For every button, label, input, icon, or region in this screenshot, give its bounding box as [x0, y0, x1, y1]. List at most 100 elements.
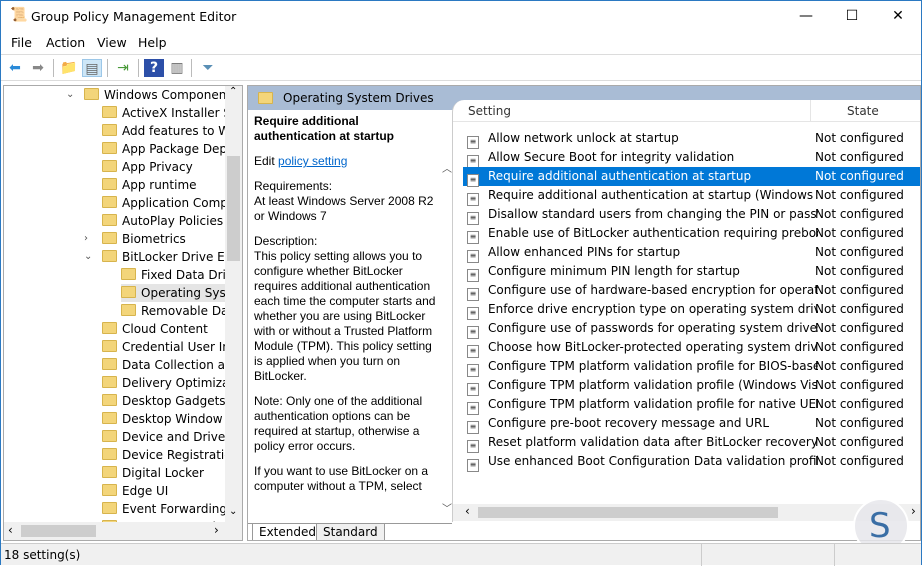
setting-state: Not configured [815, 131, 904, 145]
setting-name: Configure TPM platform validation profil… [488, 359, 818, 373]
tree-item[interactable]: Data Collection and [102, 356, 240, 374]
tree-item-windows-components[interactable]: Windows Components [104, 88, 237, 102]
table-row[interactable]: ≡ Reset platform validation data after Bi… [463, 433, 920, 453]
table-row[interactable]: ≡ Configure use of hardware-based encrypt… [463, 281, 920, 301]
menu-help[interactable]: Help [138, 35, 167, 50]
folder-icon [258, 92, 273, 104]
table-row[interactable]: ≡ Disallow standard users from changing t… [463, 205, 920, 225]
tree-item[interactable]: Removable Data [121, 302, 240, 320]
folder-icon [102, 394, 117, 406]
folder-icon [102, 124, 117, 136]
scroll-right-icon[interactable]: › [214, 523, 219, 537]
close-button[interactable]: ✕ [875, 1, 921, 31]
edit-label: Edit [254, 154, 279, 168]
maximize-button[interactable]: ☐ [829, 1, 875, 31]
table-row[interactable]: ≡ Configure use of passwords for operatin… [463, 319, 920, 339]
tree-item[interactable]: ⌄ BitLocker Drive Enc [84, 248, 239, 266]
table-row[interactable]: ≡ Configure TPM platform validation profi… [463, 376, 920, 396]
show-action-pane-icon[interactable]: ▥ [167, 59, 187, 77]
tree-item-label: Operating Syste [141, 286, 238, 300]
column-setting[interactable]: Setting [468, 104, 511, 118]
tree-item[interactable]: Desktop Gadgets [102, 392, 226, 410]
tree-hscroll-thumb[interactable] [21, 525, 96, 537]
scroll-up-icon[interactable]: ︿ [442, 160, 452, 175]
tree-item[interactable]: App Package Deplo [102, 140, 238, 158]
scroll-left-icon[interactable]: ‹ [8, 523, 13, 537]
minimize-button[interactable]: — [783, 1, 829, 31]
scroll-right-icon[interactable]: › [911, 504, 916, 518]
tree-item[interactable]: Edge UI [102, 482, 168, 500]
table-row[interactable]: ≡ Configure pre-boot recovery message and… [463, 414, 920, 434]
tree-horizontal-scrollbar[interactable]: ‹ › [4, 522, 242, 540]
tree-scroll-thumb[interactable] [227, 156, 240, 261]
table-row[interactable]: ≡ Enforce drive encryption type on operat… [463, 300, 920, 320]
tree-item[interactable]: Cloud Content [102, 320, 208, 338]
tree-item-label: Edge UI [122, 484, 169, 498]
tree-item[interactable]: Digital Locker [102, 464, 204, 482]
tree-item[interactable]: Fixed Data Drive [121, 266, 240, 284]
collapse-icon[interactable]: ⌄ [84, 248, 92, 266]
help-icon[interactable]: ? [144, 59, 164, 77]
app-icon: 📜 [10, 7, 28, 23]
column-state[interactable]: State [847, 104, 879, 118]
table-row[interactable]: ≡ Require additional authentication at st… [463, 167, 920, 187]
description-scrollbar[interactable]: ︿ ﹀ [442, 160, 452, 520]
table-row[interactable]: ≡ Configure TPM platform validation profi… [463, 395, 920, 415]
setting-name: Reset platform validation data after Bit… [488, 435, 818, 449]
scroll-down-icon[interactable]: ⌄ [229, 506, 237, 517]
tree-item[interactable]: Operating Syste [121, 284, 238, 302]
tab-extended[interactable]: Extended [252, 524, 323, 540]
tree-item[interactable]: Add features to Wir [102, 122, 238, 140]
tree-vertical-scrollbar[interactable]: ⌃ ⌄ [225, 86, 242, 522]
tree-item[interactable]: AutoPlay Policies [102, 212, 223, 230]
scroll-left-icon[interactable]: ‹ [465, 504, 470, 518]
folder-icon [102, 466, 117, 478]
tree-item[interactable]: ActiveX Installer Ser [102, 104, 242, 122]
collapse-icon[interactable]: ⌄ [66, 86, 74, 104]
tree-item[interactable]: Credential User Inte [102, 338, 242, 356]
tree-item[interactable]: App runtime [102, 176, 197, 194]
setting-state: Not configured [815, 150, 904, 164]
filter-icon[interactable]: ⏷ [198, 59, 218, 77]
back-icon[interactable]: ⬅ [5, 59, 25, 77]
policy-setting-link[interactable]: policy setting [278, 154, 347, 168]
table-row[interactable]: ≡ Configure minimum PIN length for startu… [463, 262, 920, 282]
tree-item[interactable]: Delivery Optimizati [102, 374, 237, 392]
table-row[interactable]: ≡ Allow network unlock at startup Not conf… [463, 129, 920, 149]
tree-item[interactable]: Event Forwarding [102, 500, 227, 518]
toolbar: ⬅ ➡ 📁 ▤ ⇥ ? ▥ ⏷ [1, 54, 921, 81]
scroll-up-icon[interactable]: ⌃ [229, 86, 237, 97]
up-folder-icon[interactable]: 📁 [59, 59, 79, 77]
table-row[interactable]: ≡ Allow enhanced PINs for startup Not conf… [463, 243, 920, 263]
description-title: Require additional authentication at sta… [254, 114, 395, 143]
folder-icon [102, 178, 117, 190]
table-row[interactable]: ≡ Enable use of BitLocker authentication … [463, 224, 920, 244]
tree-item[interactable]: › Biometrics [84, 230, 186, 248]
tree-item[interactable]: Application Compa [102, 194, 235, 212]
table-row[interactable]: ≡ Require additional authentication at st… [463, 186, 920, 206]
table-row[interactable]: ≡ Allow Secure Boot for integrity validat… [463, 148, 920, 168]
tree-item[interactable]: Desktop Window M [102, 410, 237, 428]
menu-view[interactable]: View [97, 35, 127, 50]
folder-icon [121, 286, 136, 298]
table-row[interactable]: ≡ Configure TPM platform validation profi… [463, 357, 920, 377]
forward-icon[interactable]: ➡ [28, 59, 48, 77]
tree-item[interactable]: Device and Driver C [102, 428, 242, 446]
menu-file[interactable]: File [11, 35, 32, 50]
list-hscroll-thumb[interactable] [478, 507, 778, 518]
menu-action[interactable]: Action [46, 35, 85, 50]
list-horizontal-scrollbar[interactable]: ‹ › [453, 504, 920, 521]
scroll-down-icon[interactable]: ﹀ [442, 500, 452, 515]
export-list-icon[interactable]: ⇥ [113, 59, 133, 77]
tab-standard[interactable]: Standard [316, 524, 385, 540]
expand-icon[interactable]: › [84, 230, 88, 248]
tree-item[interactable]: Device Registration [102, 446, 239, 464]
setting-name: Allow Secure Boot for integrity validati… [488, 150, 735, 164]
tree-item[interactable]: App Privacy [102, 158, 193, 176]
setting-state: Not configured [815, 340, 904, 354]
table-row[interactable]: ≡ Use enhanced Boot Configuration Data va… [463, 452, 920, 472]
table-row[interactable]: ≡ Choose how BitLocker-protected operatin… [463, 338, 920, 358]
folder-icon [102, 430, 117, 442]
show-hide-tree-icon[interactable]: ▤ [82, 59, 102, 77]
setting-state: Not configured [815, 397, 904, 411]
